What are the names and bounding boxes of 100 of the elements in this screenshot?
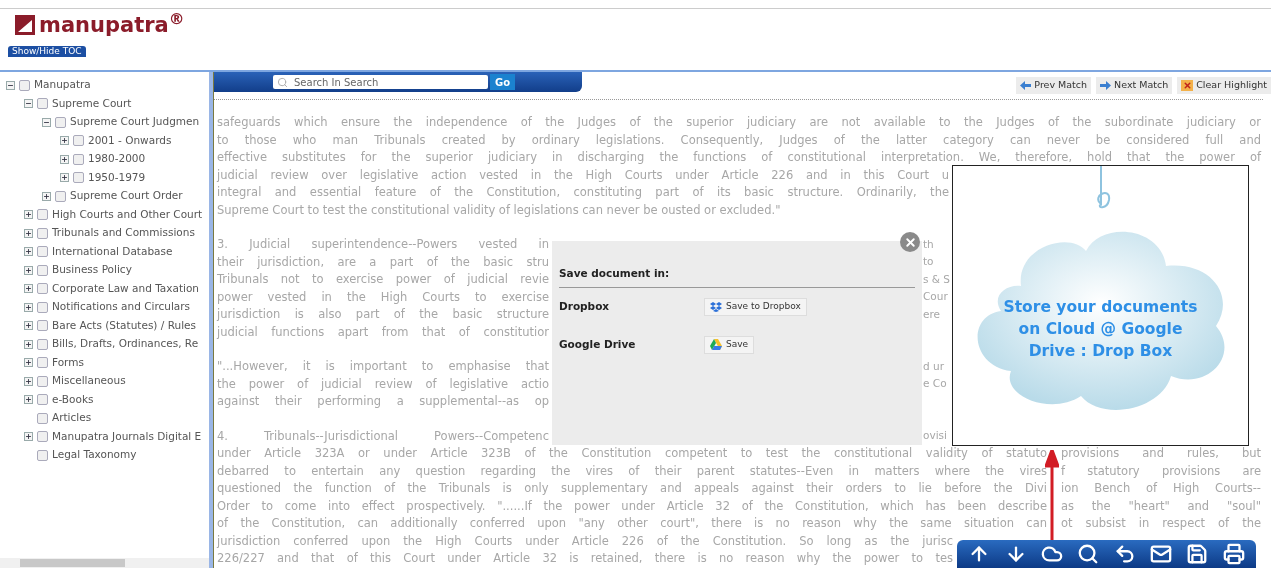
- document-text: as the "heart" and "soul": [1061, 497, 1261, 515]
- logo-text: manupatra$^{®}$: [39, 14, 185, 36]
- checkbox[interactable]: [73, 135, 84, 147]
- tree-item[interactable]: Corporate Law and Taxation: [52, 280, 199, 297]
- save-button[interactable]: Save: [704, 335, 755, 354]
- document-text: "...However, it is important to emphasise that: [217, 358, 549, 376]
- expand-icon[interactable]: [24, 395, 33, 405]
- close-icon[interactable]: [900, 232, 920, 252]
- expand-icon[interactable]: [24, 247, 33, 257]
- search-field[interactable]: Search In Search: [273, 75, 488, 89]
- expand-icon[interactable]: [24, 210, 33, 220]
- tree-item[interactable]: Notifications and Circulars: [52, 299, 191, 316]
- clear-icon: [1181, 80, 1194, 91]
- expand-icon[interactable]: [42, 191, 51, 201]
- document-text: f statutory provisions are: [1061, 462, 1261, 480]
- go-button[interactable]: Go: [490, 74, 516, 90]
- document-text: their jurisdiction, are a part of the basic stru: [217, 253, 549, 271]
- checkbox[interactable]: [37, 412, 48, 424]
- document-text: under Article 323A or under Article 323B of the Constitution competent to test the constitutional validity of statuto: [217, 445, 1047, 463]
- expand-icon[interactable]: [24, 432, 33, 442]
- document-text: safeguards which ensure the independence of the Judges of the superior judiciary are not available to the Judges of the subordinate judiciary or: [217, 114, 1261, 132]
- expand-icon[interactable]: [24, 321, 33, 331]
- tree-item[interactable]: Legal Taxonomy: [52, 447, 137, 464]
- checkbox[interactable]: [37, 227, 48, 239]
- expand-icon[interactable]: [24, 265, 33, 275]
- expand-icon[interactable]: [60, 154, 69, 164]
- tree-item[interactable]: Manupatra Journals Digital E: [52, 428, 202, 445]
- tree-item[interactable]: Bills, Drafts, Ordinances, Re: [52, 336, 199, 353]
- document-text: to: [923, 254, 934, 270]
- document-text: jurisdiction conferred upon the High Courts under Article 226 of the Constitution. So long as the jurisc: [217, 532, 953, 550]
- expand-icon[interactable]: [60, 173, 69, 183]
- document-text: integral and essential feature of the Constitution, constituting part of its basic structure. Ordinarily, the: [217, 184, 949, 202]
- tree-item[interactable]: 1980-2000: [88, 151, 146, 168]
- checkbox[interactable]: [37, 320, 48, 332]
- tree-item[interactable]: Tribunals and Commissions: [52, 225, 195, 242]
- save-button[interactable]: Save to Dropbox: [704, 297, 807, 316]
- checkbox[interactable]: [37, 209, 48, 221]
- document-text: the power of judicial review of legislative actio: [217, 375, 549, 393]
- checkbox[interactable]: [37, 264, 48, 276]
- dropbox-icon: [710, 301, 722, 312]
- tree-item[interactable]: Articles: [52, 410, 92, 427]
- save-icon[interactable]: [1186, 543, 1209, 565]
- expand-icon[interactable]: [24, 228, 33, 238]
- tree-item[interactable]: Supreme Court Order: [70, 188, 183, 205]
- toc-toggle-button[interactable]: Show/Hide TOC: [8, 46, 86, 57]
- document-text: judicial functions apart from that of constitutior: [217, 323, 549, 341]
- checkbox[interactable]: [37, 283, 48, 295]
- logo-icon: [15, 15, 35, 35]
- checkbox[interactable]: [37, 357, 48, 369]
- collapse-icon[interactable]: [6, 80, 15, 90]
- document-text: Tribunals not to exercise power of judicial revie: [217, 271, 549, 289]
- collapse-icon[interactable]: [42, 117, 51, 127]
- checkbox[interactable]: [37, 375, 48, 387]
- checkbox[interactable]: [37, 449, 48, 461]
- tree-item[interactable]: International Database: [52, 243, 173, 260]
- match-button[interactable]: Next Match: [1096, 77, 1173, 94]
- service-label: Google Drive: [559, 336, 637, 352]
- match-button[interactable]: Clear Highlight: [1177, 77, 1271, 94]
- promo-text: Store your documents on Cloud @ Google Drive : Drop Box: [1003, 297, 1198, 362]
- checkbox[interactable]: [73, 172, 84, 184]
- checkbox[interactable]: [37, 246, 48, 258]
- expand-icon[interactable]: [24, 284, 33, 294]
- mail-icon[interactable]: [1150, 543, 1173, 565]
- match-button[interactable]: Prev Match: [1016, 77, 1092, 94]
- tree-item[interactable]: 2001 - Onwards: [88, 132, 172, 149]
- drive-icon: [710, 339, 722, 351]
- horizontal-scrollbar[interactable]: [0, 558, 209, 568]
- checkbox[interactable]: [37, 338, 48, 350]
- document-text: th: [923, 236, 934, 252]
- tree-item[interactable]: Supreme Court: [52, 95, 132, 112]
- collapse-icon[interactable]: [24, 99, 33, 109]
- tree-item[interactable]: Bare Acts (Statutes) / Rules: [52, 317, 196, 334]
- tree-item[interactable]: e-Books: [52, 391, 94, 408]
- checkbox[interactable]: [55, 116, 66, 128]
- checkbox[interactable]: [55, 190, 66, 202]
- tree-item[interactable]: 1950-1979: [88, 169, 146, 186]
- checkbox[interactable]: [37, 301, 48, 313]
- tree-item[interactable]: Forms: [52, 354, 84, 371]
- checkbox[interactable]: [73, 153, 84, 165]
- expand-icon[interactable]: [24, 302, 33, 312]
- document-text: ion Bench of High Courts--: [1061, 480, 1261, 498]
- checkbox[interactable]: [19, 79, 30, 91]
- search-icon[interactable]: [1077, 543, 1100, 565]
- tree-item[interactable]: Supreme Court Judgmen: [70, 114, 200, 131]
- checkbox[interactable]: [37, 431, 48, 443]
- expand-icon[interactable]: [24, 339, 33, 349]
- expand-icon[interactable]: [24, 376, 33, 386]
- checkbox[interactable]: [37, 98, 48, 110]
- cloud-icon[interactable]: [1040, 543, 1063, 565]
- tree-item[interactable]: Miscellaneous: [52, 373, 126, 390]
- document-text: against their performing a supplemental--as op: [217, 393, 549, 411]
- print-icon[interactable]: [1222, 543, 1245, 565]
- search-input[interactable]: Search In Search: [294, 74, 474, 90]
- document-text: Supreme Court to test the constitutional validity of legislations can never be ousted or excluded.": [217, 201, 781, 219]
- checkbox[interactable]: [37, 394, 48, 406]
- tree-item[interactable]: Manupatra: [34, 77, 91, 94]
- expand-icon[interactable]: [60, 136, 69, 146]
- tree-item[interactable]: High Courts and Other Court: [52, 206, 203, 223]
- expand-icon[interactable]: [24, 358, 33, 368]
- tree-item[interactable]: Business Policy: [52, 262, 132, 279]
